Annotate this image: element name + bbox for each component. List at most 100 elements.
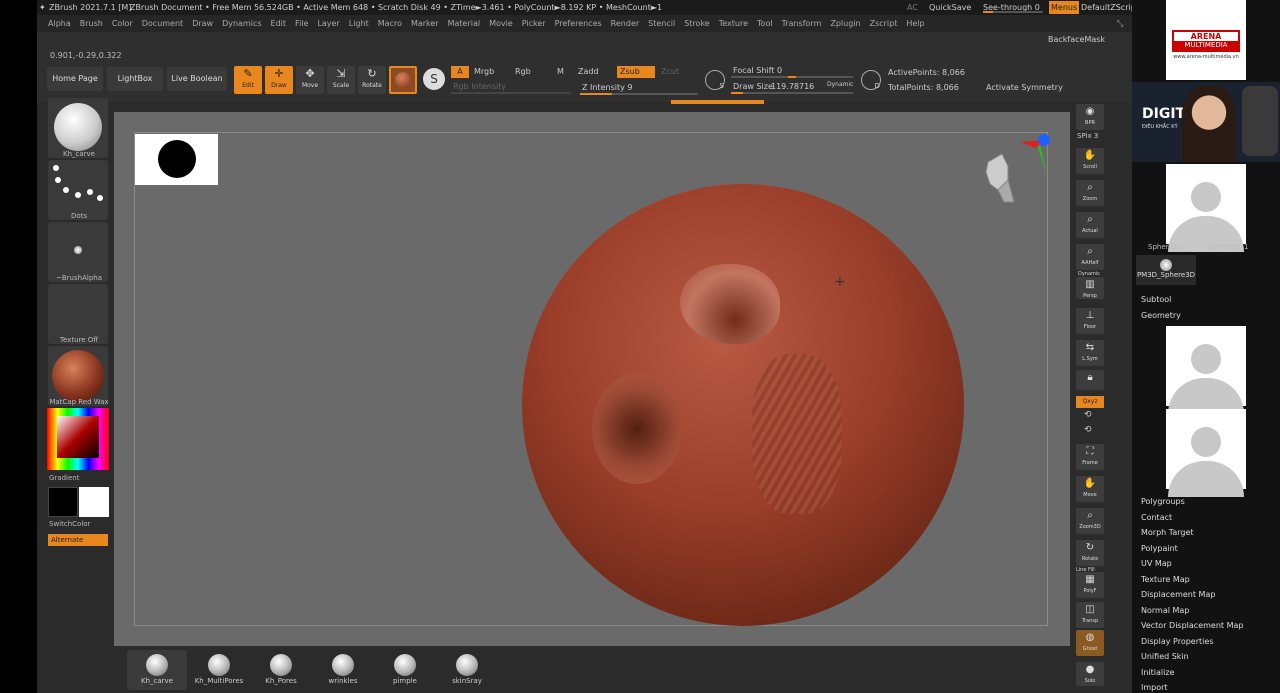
subtool-sphere3d-1[interactable]: Sphere3D_1: [1206, 243, 1248, 251]
m-toggle[interactable]: M: [557, 67, 564, 76]
menu-preferences[interactable]: Preferences: [555, 19, 602, 28]
scroll-button[interactable]: ✋ Scroll: [1076, 148, 1104, 174]
menu-marker[interactable]: Marker: [411, 19, 439, 28]
menu-document[interactable]: Document: [142, 19, 183, 28]
sculpt-sphere[interactable]: [522, 184, 964, 626]
subtool-header[interactable]: Subtool: [1141, 295, 1171, 304]
aahalf-button[interactable]: ⌕ AAHalf: [1076, 244, 1104, 270]
live-boolean-button[interactable]: Live Boolean: [167, 67, 227, 91]
initialize-item[interactable]: Initialize: [1141, 668, 1174, 677]
backface-mask-button[interactable]: BackfaceMask: [1048, 35, 1105, 44]
menu-layer[interactable]: Layer: [317, 19, 339, 28]
lsym-button[interactable]: ⇆ L.Sym: [1076, 340, 1104, 366]
lazy-d-icon[interactable]: D: [861, 70, 881, 90]
menu-zplugin[interactable]: Zplugin: [830, 19, 860, 28]
menu-tool[interactable]: Tool: [757, 19, 773, 28]
move-button[interactable]: ✥ Move: [296, 66, 324, 94]
defaultzscript-button[interactable]: DefaultZScript: [1081, 0, 1132, 15]
solo-button[interactable]: ● Solo: [1076, 662, 1104, 686]
primary-color-swatch[interactable]: [79, 487, 109, 517]
floor-button[interactable]: ⊥ Floor: [1076, 308, 1104, 334]
shelf-brush-wrinkles[interactable]: wrinkles: [313, 650, 373, 690]
pm3d-sphere-thumb[interactable]: PM3D_Sphere3D: [1136, 255, 1196, 285]
alternate-button[interactable]: Alternate: [48, 534, 108, 546]
brush-slot[interactable]: [48, 98, 108, 158]
lightbox-button[interactable]: LightBox: [107, 67, 163, 91]
menu-transform[interactable]: Transform: [782, 19, 822, 28]
ac-label[interactable]: AC: [907, 0, 918, 15]
shelf-brush-pimple[interactable]: pimple: [375, 650, 435, 690]
secondary-color-swatch[interactable]: [48, 487, 78, 517]
texture-map-item[interactable]: Texture Map: [1141, 575, 1190, 584]
menu-file[interactable]: File: [295, 19, 308, 28]
shelf-brush-kh-carve[interactable]: Kh_carve: [127, 650, 187, 690]
color-square[interactable]: [57, 416, 99, 458]
lock-button[interactable]: 🔒︎: [1076, 370, 1104, 390]
normal-map-item[interactable]: Normal Map: [1141, 606, 1189, 615]
home-page-button[interactable]: Home Page: [47, 67, 103, 91]
menu-light[interactable]: Light: [349, 19, 369, 28]
zoom-button[interactable]: ⌕ Zoom: [1076, 180, 1104, 206]
polypaint-item[interactable]: Polypaint: [1141, 544, 1178, 553]
polyf-button[interactable]: ▦ PolyF: [1076, 572, 1104, 598]
canvas-viewport[interactable]: +: [114, 112, 1070, 646]
menu-stroke[interactable]: Stroke: [684, 19, 710, 28]
menu-color[interactable]: Color: [112, 19, 133, 28]
polygroups-item[interactable]: Polygroups: [1141, 497, 1185, 506]
menu-edit[interactable]: Edit: [271, 19, 287, 28]
rotate-y-icon[interactable]: ⟲: [1084, 410, 1092, 420]
xyz-toggle[interactable]: Qxyz: [1076, 396, 1104, 408]
tray-icon[interactable]: ⤡: [1117, 15, 1123, 32]
transp-button[interactable]: ◫ Transp: [1076, 602, 1104, 628]
menu-picker[interactable]: Picker: [522, 19, 546, 28]
stroke-slot[interactable]: [48, 160, 108, 220]
color-picker[interactable]: [47, 408, 109, 470]
menu-alpha[interactable]: Alpha: [48, 19, 71, 28]
menus-button[interactable]: Menus: [1049, 1, 1080, 14]
rotate-button[interactable]: ↻ Rotate: [358, 66, 386, 94]
rgb-intensity-slider[interactable]: Rgb Intensity: [453, 82, 506, 91]
uv-map-item[interactable]: UV Map: [1141, 559, 1172, 568]
a-toggle[interactable]: A: [451, 66, 469, 78]
menu-macro[interactable]: Macro: [378, 19, 402, 28]
ghost-button[interactable]: ◍ Ghost: [1076, 630, 1104, 656]
activate-symmetry-button[interactable]: Activate Symmetry: [986, 83, 1063, 92]
rotate-view-button[interactable]: ↻ Rotate: [1076, 540, 1104, 566]
menu-draw[interactable]: Draw: [192, 19, 213, 28]
zoom3d-button[interactable]: ⌕ Zoom3D: [1076, 508, 1104, 534]
edit-button[interactable]: ✎ Edit: [234, 66, 262, 94]
displacement-map-item[interactable]: Displacement Map: [1141, 590, 1215, 599]
menu-material[interactable]: Material: [448, 19, 481, 28]
focal-shift-slider[interactable]: Focal Shift 0: [733, 66, 782, 75]
rotate-z-icon[interactable]: ⟲: [1084, 425, 1092, 435]
switchcolor-button[interactable]: SwitchColor: [45, 520, 113, 528]
shelf-brush-skinsray[interactable]: skinSray: [437, 650, 497, 690]
vector-displacement-map-item[interactable]: Vector Displacement Map: [1141, 621, 1243, 630]
subtool-sphere3d[interactable]: Sphere3D: [1148, 243, 1183, 251]
menu-movie[interactable]: Movie: [489, 19, 513, 28]
zsub-toggle[interactable]: Zsub: [617, 66, 655, 78]
shelf-brush-kh-pores[interactable]: Kh_Pores: [251, 650, 311, 690]
rgb-toggle[interactable]: Rgb: [515, 67, 531, 76]
draw-size-slider[interactable]: Draw Size: [733, 82, 773, 91]
material-slot[interactable]: [48, 346, 108, 406]
menu-zscript[interactable]: Zscript: [870, 19, 898, 28]
actual-button[interactable]: ⌕ Actual: [1076, 212, 1104, 238]
menu-dynamics[interactable]: Dynamics: [222, 19, 261, 28]
move-view-button[interactable]: ✋ Move: [1076, 476, 1104, 502]
quicksave-button[interactable]: QuickSave: [929, 0, 971, 15]
spotlight-icon[interactable]: S: [423, 68, 445, 90]
menu-help[interactable]: Help: [906, 19, 924, 28]
scale-button[interactable]: ⇲ Scale: [327, 66, 355, 94]
morph-target-item[interactable]: Morph Target: [1141, 528, 1194, 537]
navigation-head-gizmo[interactable]: [974, 132, 1064, 222]
import-item[interactable]: Import: [1141, 683, 1168, 692]
display-properties-item[interactable]: Display Properties: [1141, 637, 1213, 646]
geometry-header[interactable]: Geometry: [1141, 311, 1181, 320]
zcut-toggle[interactable]: Zcut: [661, 67, 679, 76]
z-intensity-slider[interactable]: Z Intensity 9: [582, 83, 632, 92]
texture-slot[interactable]: [48, 284, 108, 344]
draw-button[interactable]: ✛ Draw: [265, 66, 293, 94]
persp-button[interactable]: ▥ Persp: [1076, 277, 1104, 299]
menu-stencil[interactable]: Stencil: [648, 19, 675, 28]
